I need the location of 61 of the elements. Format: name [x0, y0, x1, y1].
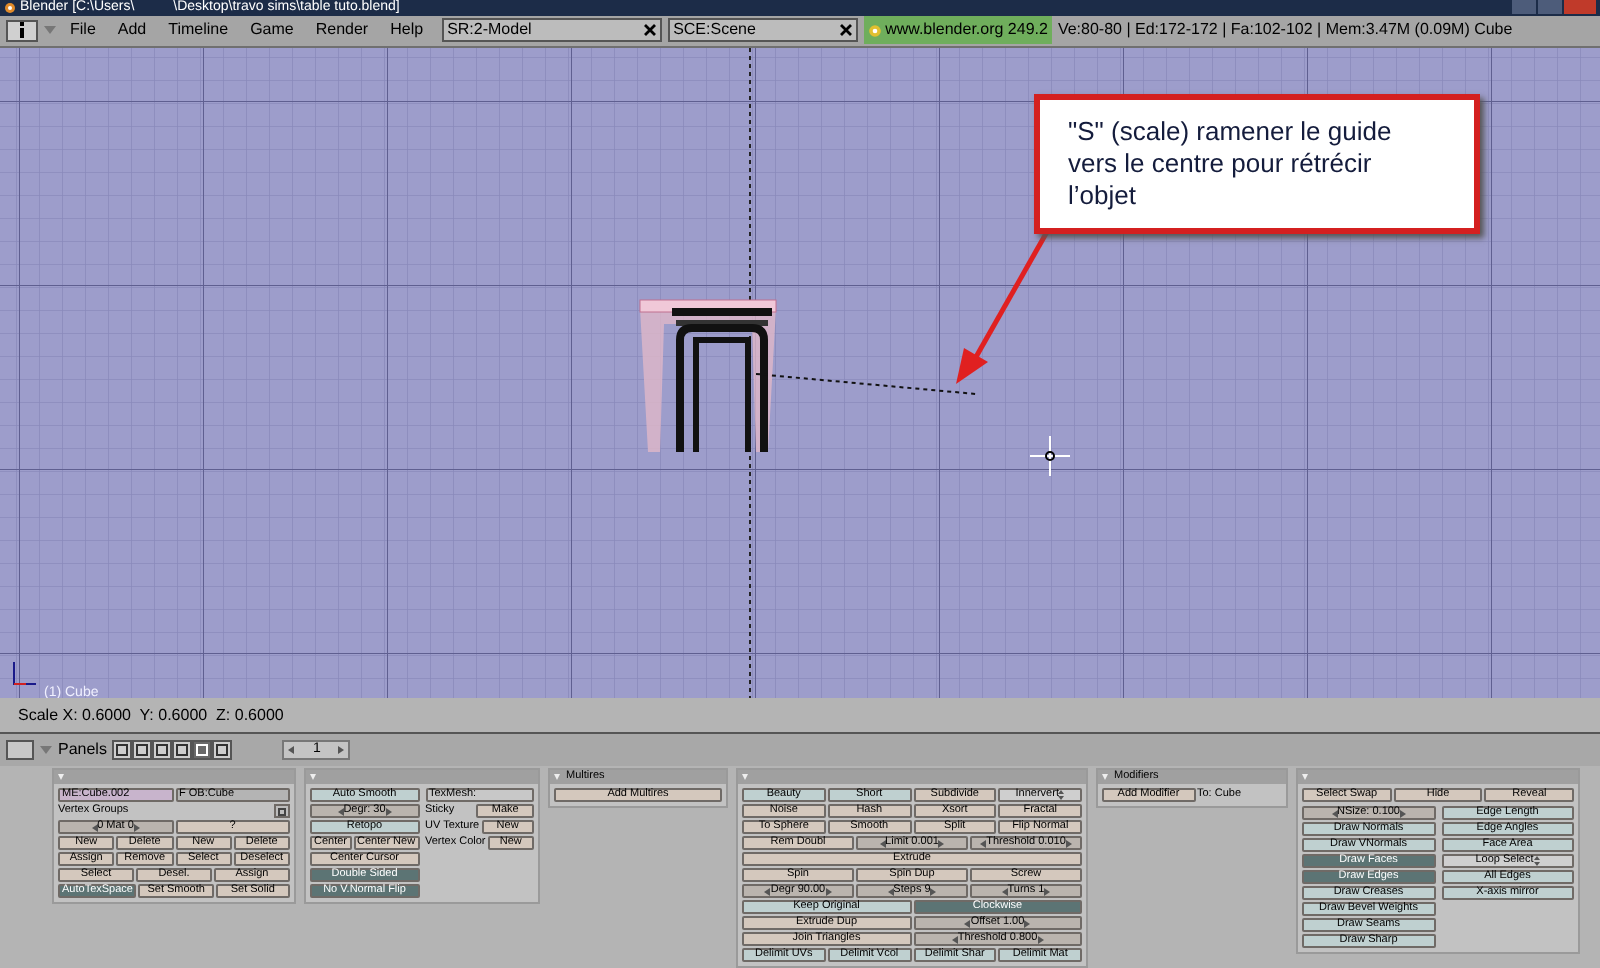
collapse-triangle-icon: [58, 774, 64, 780]
right-arrow-icon[interactable]: [930, 887, 937, 895]
collapse-triangle-icon: [1302, 774, 1308, 780]
right-arrow-icon[interactable]: [1044, 887, 1051, 895]
left-arrow-icon[interactable]: [337, 807, 344, 815]
collapse-triangle-icon: [1102, 774, 1108, 780]
right-arrow-icon[interactable]: [1065, 839, 1072, 847]
scene-stats: Ve:80-80 | Ed:172-172 | Fa:102-102 | Mem:3.47M (0.09M) Cube: [1057, 18, 1513, 43]
annotation-text: "S" (scale) ramener le guide vers le centre pour rétrécir l’objet: [1068, 115, 1394, 212]
right-arrow-icon[interactable]: [385, 807, 392, 815]
scene-name: SCE:Scene: [673, 18, 758, 43]
version-text: www.blender.org 249.2: [885, 18, 1048, 43]
axis-icon: [10, 659, 38, 688]
left-arrow-icon[interactable]: [887, 887, 894, 895]
right-arrow-icon[interactable]: [825, 887, 832, 895]
maximize-button[interactable]: [1538, 0, 1562, 15]
right-arrow-icon[interactable]: [338, 746, 345, 755]
left-arrow-icon[interactable]: [288, 746, 295, 755]
collapse-triangle-icon: [310, 774, 316, 780]
menu-item[interactable]: Help: [382, 18, 432, 43]
cursor-crosshair-icon: [1030, 435, 1070, 476]
left-arrow-icon[interactable]: [1331, 809, 1337, 817]
menu-item[interactable]: Render: [307, 18, 377, 43]
left-arrow-icon[interactable]: [764, 887, 771, 895]
context-tab[interactable]: [152, 740, 173, 761]
context-tab[interactable]: [212, 740, 233, 761]
info-icon: [18, 22, 26, 39]
blender-logo-icon: [4, 1, 16, 14]
left-arrow-icon[interactable]: [980, 839, 987, 847]
right-arrow-icon[interactable]: [938, 839, 945, 847]
blender-logo-icon: [867, 23, 882, 38]
screen-selector[interactable]: SR:2-Model: [441, 18, 662, 43]
close-icon[interactable]: [643, 24, 656, 37]
updown-icon: [1533, 856, 1540, 866]
left-arrow-icon[interactable]: [879, 839, 886, 847]
right-arrow-icon[interactable]: [133, 823, 140, 831]
collapse-triangle-icon: [742, 774, 748, 780]
menu-item[interactable]: Add: [109, 18, 155, 43]
context-tab[interactable]: [132, 740, 153, 761]
menu-item[interactable]: Game: [242, 18, 302, 43]
left-arrow-icon[interactable]: [91, 823, 98, 831]
close-button[interactable]: [1564, 0, 1596, 15]
right-arrow-icon[interactable]: [1400, 809, 1406, 817]
icon-button[interactable]: [274, 804, 290, 818]
editor-type-button[interactable]: [6, 19, 38, 42]
scene-selector[interactable]: SCE:Scene: [667, 18, 858, 43]
scale-readout: Scale X: 0.6000 Y: 0.6000 Z: 0.6000: [18, 703, 284, 728]
updown-icon: [1058, 790, 1065, 800]
menu-item[interactable]: File: [62, 18, 104, 43]
collapse-triangle-icon: [554, 774, 560, 780]
panels-label: Panels: [58, 738, 107, 763]
square-icon: [278, 807, 286, 815]
screen-name: SR:2-Model: [447, 18, 534, 43]
context-tab[interactable]: [192, 740, 213, 761]
left-arrow-icon[interactable]: [1001, 887, 1008, 895]
collapse-triangle-icon[interactable]: [40, 746, 52, 755]
context-tab[interactable]: [112, 740, 133, 761]
minimize-button[interactable]: [1512, 0, 1536, 15]
close-icon[interactable]: [839, 24, 852, 37]
menu-item[interactable]: Timeline: [160, 18, 237, 43]
context-tab[interactable]: [172, 740, 193, 761]
